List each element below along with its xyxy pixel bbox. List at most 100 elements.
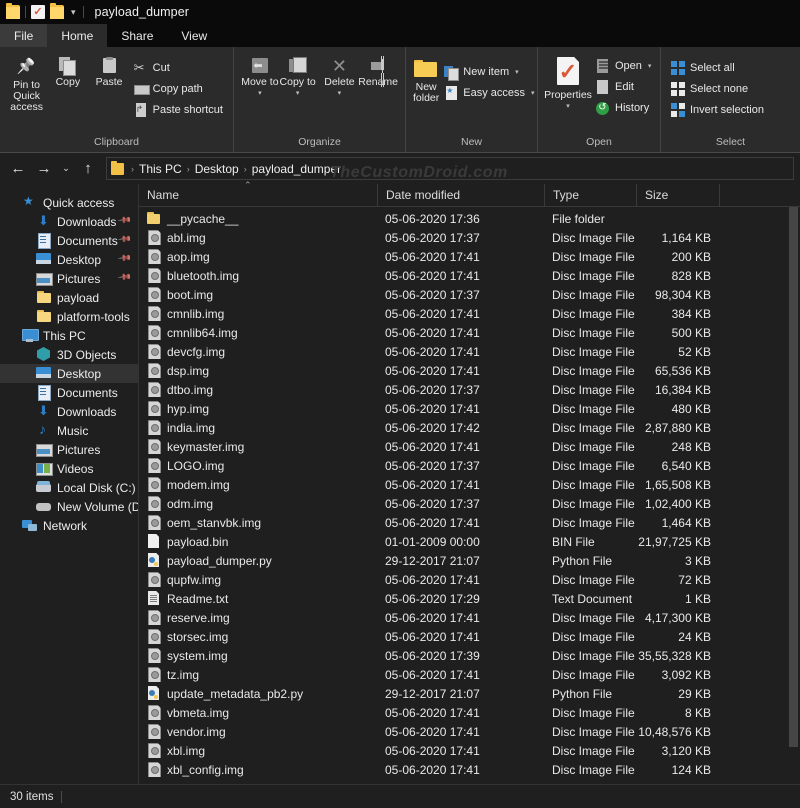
table-row[interactable]: abl.img05-06-2020 17:37Disc Image File1,… <box>139 228 800 247</box>
properties-button[interactable]: Properties▾ <box>545 53 591 112</box>
sidebar-item-desktop[interactable]: Desktop📌 <box>0 250 138 269</box>
tab-share[interactable]: Share <box>107 24 167 47</box>
breadcrumb-desktop[interactable]: Desktop <box>195 162 239 176</box>
table-row[interactable]: dsp.img05-06-2020 17:41Disc Image File65… <box>139 361 800 380</box>
rename-button[interactable]: Rename <box>358 53 398 88</box>
select-none-button[interactable]: Select none <box>668 79 767 98</box>
sidebar-item-videos[interactable]: Videos <box>0 459 138 478</box>
table-row[interactable]: update_metadata_pb2.py29-12-2017 21:07Py… <box>139 684 800 703</box>
table-row[interactable]: system.img05-06-2020 17:39Disc Image Fil… <box>139 646 800 665</box>
pin-icon[interactable]: 📌 <box>117 232 133 248</box>
sidebar-item-new-volume-d[interactable]: New Volume (D:) <box>0 497 138 516</box>
folder-icon <box>36 290 52 305</box>
table-row[interactable]: aop.img05-06-2020 17:41Disc Image File20… <box>139 247 800 266</box>
table-row[interactable]: storsec.img05-06-2020 17:41Disc Image Fi… <box>139 627 800 646</box>
vertical-scrollbar[interactable] <box>787 207 800 784</box>
table-row[interactable]: reserve.img05-06-2020 17:41Disc Image Fi… <box>139 608 800 627</box>
table-row[interactable]: oem_stanvbk.img05-06-2020 17:41Disc Imag… <box>139 513 800 532</box>
table-row[interactable]: devcfg.img05-06-2020 17:41Disc Image Fil… <box>139 342 800 361</box>
column-header-size[interactable]: Size <box>636 184 719 207</box>
table-row[interactable]: tz.img05-06-2020 17:41Disc Image File3,0… <box>139 665 800 684</box>
breadcrumb-payload-dumper[interactable]: payload_dumper <box>252 162 341 176</box>
breadcrumb[interactable]: › This PC › Desktop › payload_dumper <box>106 157 794 180</box>
column-header-date-modified[interactable]: Date modified <box>377 184 544 207</box>
breadcrumb-this-pc[interactable]: This PC <box>139 162 182 176</box>
sidebar-item-local-disk-c[interactable]: Local Disk (C:) <box>0 478 138 497</box>
select-all-button[interactable]: Select all <box>668 58 767 77</box>
tab-file[interactable]: File <box>0 24 47 47</box>
table-row[interactable]: qupfw.img05-06-2020 17:41Disc Image File… <box>139 570 800 589</box>
sidebar-item-this-pc[interactable]: This PC <box>0 326 138 345</box>
table-row[interactable]: boot.img05-06-2020 17:37Disc Image File9… <box>139 285 800 304</box>
title-bar: ▾ payload_dumper <box>0 0 800 24</box>
back-button[interactable]: ← <box>6 157 30 181</box>
table-row[interactable]: bluetooth.img05-06-2020 17:41Disc Image … <box>139 266 800 285</box>
column-header-type[interactable]: Type <box>544 184 636 207</box>
table-row[interactable]: dtbo.img05-06-2020 17:37Disc Image File1… <box>139 380 800 399</box>
chevron-down-icon[interactable]: ▾ <box>69 7 78 18</box>
new-folder-button[interactable]: New folder <box>413 53 439 104</box>
new-folder-icon[interactable] <box>50 5 64 19</box>
paste-shortcut-button[interactable]: Paste shortcut <box>131 100 226 119</box>
easy-access-button[interactable]: Easy access ▾ <box>441 83 537 102</box>
sidebar-item-desktop[interactable]: Desktop <box>0 364 138 383</box>
sidebar-item-downloads[interactable]: Downloads <box>0 402 138 421</box>
table-row[interactable]: LOGO.img05-06-2020 17:37Disc Image File6… <box>139 456 800 475</box>
tab-home[interactable]: Home <box>47 24 107 47</box>
pin-icon[interactable]: 📌 <box>117 270 133 286</box>
sidebar-item-platform-tools[interactable]: platform-tools <box>0 307 138 326</box>
table-row[interactable]: cmnlib.img05-06-2020 17:41Disc Image Fil… <box>139 304 800 323</box>
cut-button[interactable]: Cut <box>131 58 226 77</box>
sidebar-item-quick-access[interactable]: Quick access <box>0 193 138 212</box>
folder-icon[interactable] <box>6 5 20 19</box>
sidebar-item-pictures[interactable]: Pictures📌 <box>0 269 138 288</box>
pin-icon[interactable]: 📌 <box>117 251 133 267</box>
edit-button[interactable]: Edit <box>593 77 654 96</box>
forward-button[interactable]: → <box>32 157 56 181</box>
table-row[interactable]: payload_dumper.py29-12-2017 21:07Python … <box>139 551 800 570</box>
open-button[interactable]: Open ▾ <box>593 56 654 75</box>
new-item-button[interactable]: New item ▾ <box>441 62 537 81</box>
copy-button[interactable]: Copy <box>48 53 87 88</box>
disc-image-icon <box>147 610 160 625</box>
table-row[interactable]: xbl_config.img05-06-2020 17:41Disc Image… <box>139 760 800 779</box>
delete-button[interactable]: Delete▾ <box>321 53 359 99</box>
properties-icon[interactable] <box>31 5 45 19</box>
paste-button[interactable]: Paste <box>89 53 128 88</box>
sidebar-item-documents[interactable]: Documents <box>0 383 138 402</box>
column-header-name[interactable]: Name ⌃ <box>139 184 377 207</box>
recent-locations-button[interactable]: ⌄ <box>58 157 74 181</box>
table-row[interactable]: india.img05-06-2020 17:42Disc Image File… <box>139 418 800 437</box>
up-button[interactable]: ↑ <box>76 157 100 181</box>
sidebar-item-pictures[interactable]: Pictures <box>0 440 138 459</box>
table-row[interactable]: odm.img05-06-2020 17:37Disc Image File1,… <box>139 494 800 513</box>
sidebar-item-network[interactable]: Network <box>0 516 138 535</box>
sidebar-item-downloads[interactable]: Downloads📌 <box>0 212 138 231</box>
breadcrumb-separator[interactable]: › <box>242 164 249 174</box>
history-button[interactable]: History <box>593 98 654 117</box>
pin-to-quick-access-button[interactable]: Pin to Quick access <box>7 53 46 113</box>
copy-to-button[interactable]: Copy to▾ <box>279 53 317 99</box>
sidebar-item-3d-objects[interactable]: 3D Objects <box>0 345 138 364</box>
table-row[interactable]: Readme.txt05-06-2020 17:29Text Document1… <box>139 589 800 608</box>
cell-name: bluetooth.img <box>139 268 377 283</box>
table-row[interactable]: xbl.img05-06-2020 17:41Disc Image File3,… <box>139 741 800 760</box>
table-row[interactable]: payload.bin01-01-2009 00:00BIN File21,97… <box>139 532 800 551</box>
copy-path-button[interactable]: Copy path <box>131 79 226 98</box>
table-row[interactable]: vbmeta.img05-06-2020 17:41Disc Image Fil… <box>139 703 800 722</box>
sidebar-item-music[interactable]: Music <box>0 421 138 440</box>
sidebar-item-payload[interactable]: payload <box>0 288 138 307</box>
table-row[interactable]: keymaster.img05-06-2020 17:41Disc Image … <box>139 437 800 456</box>
tab-view[interactable]: View <box>167 24 221 47</box>
sidebar-item-documents[interactable]: Documents📌 <box>0 231 138 250</box>
table-row[interactable]: __pycache__05-06-2020 17:36File folder <box>139 209 800 228</box>
move-to-button[interactable]: Move to▾ <box>241 53 279 99</box>
invert-selection-button[interactable]: Invert selection <box>668 100 767 119</box>
table-row[interactable]: cmnlib64.img05-06-2020 17:41Disc Image F… <box>139 323 800 342</box>
table-row[interactable]: hyp.img05-06-2020 17:41Disc Image File48… <box>139 399 800 418</box>
table-row[interactable]: vendor.img05-06-2020 17:41Disc Image Fil… <box>139 722 800 741</box>
table-row[interactable]: modem.img05-06-2020 17:41Disc Image File… <box>139 475 800 494</box>
breadcrumb-separator[interactable]: › <box>185 164 192 174</box>
pin-icon[interactable]: 📌 <box>117 213 133 229</box>
scrollbar-thumb[interactable] <box>789 207 798 747</box>
